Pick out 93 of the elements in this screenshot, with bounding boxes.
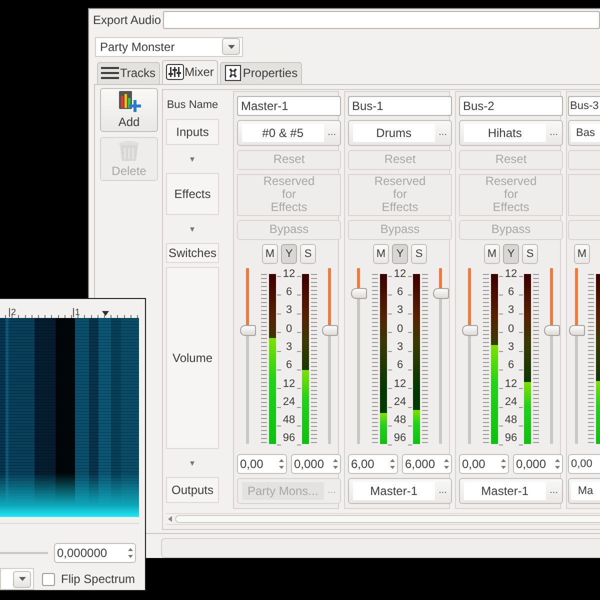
tab[interactable]: Mixer: [162, 60, 218, 84]
value-label: Hihats: [464, 124, 546, 142]
value-label: Master-1: [353, 482, 435, 500]
value-label: Master-1: [464, 482, 546, 500]
slider-thumb[interactable]: [351, 288, 367, 300]
spin-field[interactable]: 0,00: [237, 454, 287, 474]
ruler-label: 2: [9, 308, 16, 317]
slider-thumb[interactable]: [240, 325, 256, 336]
left-arrow-icon: [168, 516, 172, 522]
document-icon: [224, 65, 242, 82]
bus-name-field[interactable]: Bus-2: [459, 96, 563, 116]
value-label: Ma: [571, 482, 600, 500]
text-field[interactable]: [163, 11, 600, 29]
dropdown[interactable]: [0, 568, 34, 590]
volume-slider[interactable]: [322, 268, 338, 446]
row-label: Volume: [166, 266, 219, 449]
switch-button[interactable]: S: [300, 244, 316, 264]
trash-icon: [117, 139, 141, 164]
output-selector[interactable]: Ma: [568, 478, 600, 504]
volume-slider[interactable]: [569, 268, 585, 446]
row-label: Switches: [166, 242, 219, 263]
switch-button[interactable]: M: [373, 244, 389, 264]
volume-slider[interactable]: [240, 268, 256, 446]
spin-field[interactable]: 0,000: [513, 454, 563, 474]
slider-thumb[interactable]: [569, 325, 585, 336]
checkbox-label: Flip Spectrum: [61, 572, 136, 586]
input-selector[interactable]: #0 & #5 ...: [237, 120, 341, 146]
spin-arrows-icon: [128, 547, 133, 559]
slider-thumb[interactable]: [544, 325, 560, 336]
ruler-label: 1: [73, 308, 80, 317]
more-button[interactable]: ...: [548, 485, 560, 496]
spin-arrows-icon: [333, 458, 338, 470]
bus-name-field[interactable]: Bus-1: [348, 96, 452, 116]
spin-arrows-icon: [279, 458, 284, 470]
volume-slider[interactable]: [544, 268, 560, 446]
row-label: Effects: [166, 172, 219, 215]
row-label: Bus Name: [166, 98, 219, 113]
expand-arrow[interactable]: ▾: [166, 218, 219, 239]
slider-thumb[interactable]: [322, 325, 338, 336]
window-title: Export Audio: [92, 13, 162, 27]
more-button[interactable]: ...: [436, 485, 449, 496]
bus-name-field[interactable]: Bus-3: [568, 96, 600, 116]
spin-arrows-icon: [444, 458, 449, 470]
expand-arrow[interactable]: ▾: [166, 148, 219, 169]
bus-name-field[interactable]: Master-1: [237, 96, 341, 116]
spin-field[interactable]: 0,00: [568, 454, 600, 474]
tracks-icon: [101, 65, 119, 82]
switch-button[interactable]: S: [411, 244, 427, 264]
value-label: #0 & #5: [242, 124, 324, 142]
switch-button[interactable]: Y: [281, 244, 297, 264]
switch-button[interactable]: M: [262, 244, 278, 264]
value-label: Bas: [571, 124, 600, 142]
volume-slider[interactable]: [433, 268, 449, 446]
meter-plus-icon: [117, 90, 141, 114]
spin-arrows-icon: [501, 458, 506, 470]
more-button[interactable]: ...: [548, 127, 560, 138]
spin-field[interactable]: 0,000: [291, 454, 341, 474]
switch-button[interactable]: M: [574, 244, 590, 264]
switch-button[interactable]: M: [484, 244, 500, 264]
slider-thumb[interactable]: [433, 288, 449, 300]
spin-arrows-icon: [555, 458, 560, 470]
spin-field[interactable]: 6,000: [402, 454, 452, 474]
input-selector[interactable]: Hihats ...: [459, 120, 563, 146]
more-button[interactable]: ...: [436, 127, 449, 138]
project-dropdown[interactable]: Party Monster: [95, 37, 243, 57]
row-label: Inputs: [166, 118, 219, 145]
volume-slider[interactable]: [351, 268, 367, 446]
switch-button[interactable]: S: [522, 244, 538, 264]
value-label: Party Mons...: [242, 482, 324, 500]
input-selector[interactable]: Bas: [568, 120, 600, 146]
output-selector[interactable]: Master-1 ...: [348, 478, 452, 504]
row-label: Outputs: [166, 476, 219, 503]
input-selector[interactable]: Drums ...: [348, 120, 452, 146]
checkbox[interactable]: [42, 572, 55, 586]
spin-field[interactable]: 6,00: [348, 454, 398, 474]
output-selector[interactable]: Master-1 ...: [459, 478, 563, 504]
offset-spin-field[interactable]: 0,000000: [54, 543, 136, 563]
expand-arrow[interactable]: ▾: [166, 452, 219, 473]
tool-button[interactable]: Add: [100, 88, 158, 132]
mixer-icon: [166, 64, 184, 80]
tab[interactable]: Tracks: [97, 62, 160, 84]
spin-arrows-icon: [390, 458, 395, 470]
horizontal-scrollbar[interactable]: [166, 512, 600, 525]
switch-button[interactable]: Y: [503, 244, 519, 264]
caret-icon: [18, 577, 26, 581]
slider-thumb[interactable]: [462, 325, 478, 336]
value-label: Drums: [353, 124, 435, 142]
tab[interactable]: Properties: [220, 62, 302, 84]
caret-icon: [228, 44, 234, 49]
switch-button[interactable]: Y: [392, 244, 408, 264]
spin-field[interactable]: 0,00: [459, 454, 509, 474]
volume-slider[interactable]: [462, 268, 478, 446]
more-button[interactable]: ...: [326, 127, 338, 138]
